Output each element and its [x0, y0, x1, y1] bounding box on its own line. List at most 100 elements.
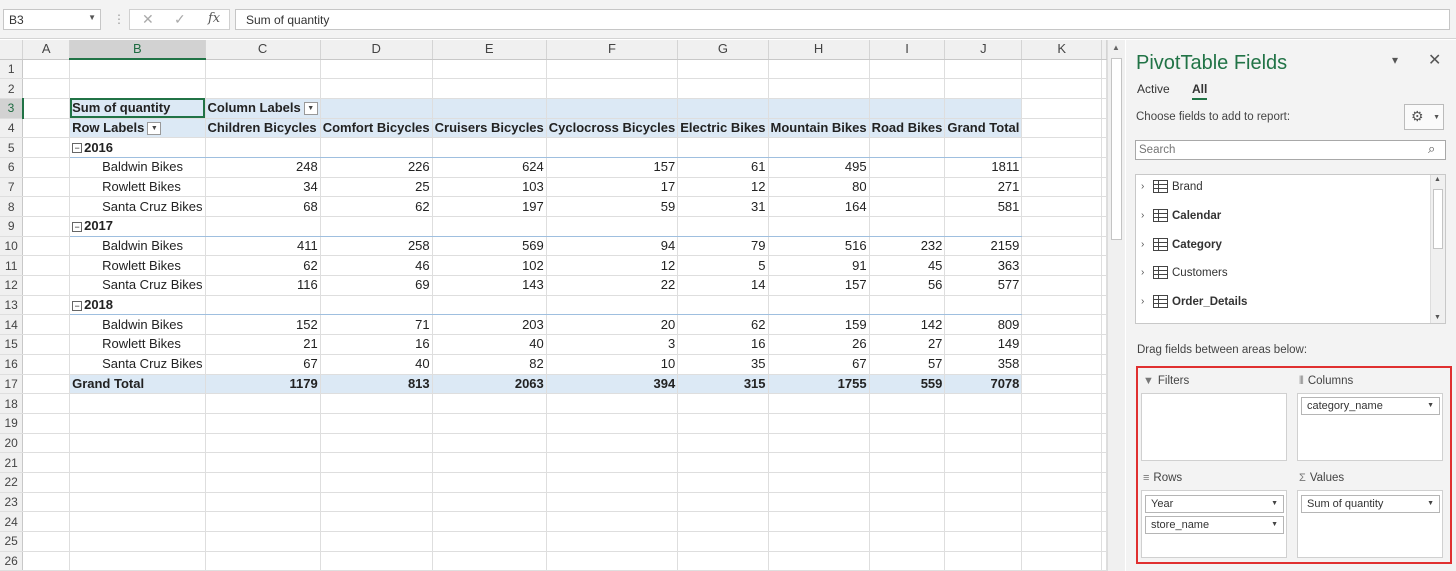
field-list-scrollbar[interactable]: ▲ ▼	[1430, 175, 1445, 323]
pivot-year-group[interactable]: −2016	[69, 137, 206, 158]
pivot-column-header[interactable]: Cruisers Bicycles	[432, 118, 547, 139]
pivot-value-cell[interactable]: 1811	[944, 157, 1023, 178]
pivot-value-cell[interactable]: 94	[546, 236, 679, 257]
pivot-year-filler[interactable]	[320, 295, 433, 316]
column-header[interactable]: J	[944, 40, 1023, 60]
pivot-store-label[interactable]: Baldwin Bikes	[69, 157, 206, 178]
column-header[interactable]: A	[22, 40, 71, 60]
pivot-value-cell[interactable]: 62	[205, 255, 321, 277]
pivot-value-cell[interactable]: 34	[205, 177, 321, 198]
cell[interactable]	[69, 78, 206, 99]
cell[interactable]	[205, 511, 321, 532]
column-header[interactable]: H	[768, 40, 870, 60]
pivot-grand-total-cell[interactable]: 1179	[205, 373, 321, 395]
cell[interactable]	[1101, 118, 1107, 139]
scroll-up-icon[interactable]: ▲	[1112, 43, 1120, 52]
field-list-item[interactable]: › Order_Details	[1136, 291, 1428, 315]
pivot-value-cell[interactable]: 10	[546, 354, 679, 375]
cell[interactable]	[944, 531, 1023, 552]
cell[interactable]	[677, 511, 769, 532]
pivot-value-cell[interactable]: 157	[768, 275, 870, 296]
pivot-store-label[interactable]: Rowlett Bikes	[69, 334, 206, 355]
cell[interactable]	[768, 551, 870, 571]
pivot-value-label[interactable]: Sum of quantity	[69, 98, 206, 119]
cell[interactable]	[768, 433, 870, 454]
cell[interactable]	[1021, 472, 1102, 493]
collapse-icon[interactable]: −	[72, 300, 83, 311]
pivot-year-filler[interactable]	[869, 216, 946, 237]
pivot-grand-total-cell[interactable]: 2063	[432, 373, 547, 395]
cell[interactable]	[944, 59, 1023, 80]
cell[interactable]	[22, 236, 71, 257]
cell[interactable]	[1021, 98, 1102, 119]
cell[interactable]	[1021, 137, 1102, 158]
column-header[interactable]: F	[546, 40, 679, 60]
cell[interactable]	[869, 452, 946, 473]
pivot-year-filler[interactable]	[546, 216, 679, 237]
pivot-column-header[interactable]: Grand Total	[944, 118, 1023, 139]
pivot-value-cell[interactable]: 271	[944, 177, 1023, 198]
pivot-store-label[interactable]: Santa Cruz Bikes	[69, 196, 206, 217]
chevron-down-icon[interactable]: ▼	[1271, 521, 1278, 528]
cell[interactable]	[869, 413, 946, 434]
cell[interactable]	[205, 393, 321, 414]
pivot-value-cell[interactable]: 40	[320, 354, 433, 375]
cell[interactable]	[1101, 177, 1107, 198]
column-header[interactable]: E	[432, 40, 547, 60]
cell[interactable]	[677, 433, 769, 454]
cell[interactable]	[22, 177, 71, 198]
cell[interactable]	[546, 78, 679, 99]
cell[interactable]	[22, 433, 71, 454]
pivot-header-filler[interactable]	[869, 98, 946, 119]
cell[interactable]	[1021, 413, 1102, 434]
pivot-value-cell[interactable]: 45	[869, 255, 946, 277]
value-field-chip[interactable]: Sum of quantity ▼	[1301, 495, 1440, 513]
cell[interactable]	[69, 59, 206, 80]
pivot-year-filler[interactable]	[677, 295, 769, 316]
row-header[interactable]: 9	[0, 216, 24, 237]
cell[interactable]	[69, 531, 206, 552]
cell[interactable]	[1101, 78, 1107, 99]
cell[interactable]	[768, 511, 870, 532]
row-header[interactable]: 5	[0, 137, 24, 158]
cell[interactable]	[1021, 118, 1102, 139]
cell[interactable]	[432, 511, 547, 532]
values-area[interactable]: Σ Values Sum of quantity ▼	[1295, 466, 1445, 560]
pivot-value-cell[interactable]: 79	[677, 236, 769, 257]
cell[interactable]	[768, 393, 870, 414]
row-header[interactable]: 17	[0, 374, 24, 395]
pivot-grand-total-cell[interactable]: 1755	[768, 373, 870, 395]
pivot-value-cell[interactable]	[869, 157, 946, 178]
cell[interactable]	[869, 472, 946, 493]
pivot-value-cell[interactable]: 102	[432, 255, 547, 277]
cell[interactable]	[677, 492, 769, 513]
cell[interactable]	[22, 295, 71, 316]
pivot-value-cell[interactable]: 20	[546, 314, 679, 336]
pivot-value-cell[interactable]: 142	[869, 314, 946, 336]
pivot-grand-total-cell[interactable]: 394	[546, 373, 679, 395]
cell[interactable]	[869, 531, 946, 552]
pivot-value-cell[interactable]: 197	[432, 196, 547, 217]
cell[interactable]	[677, 413, 769, 434]
cell[interactable]	[1101, 492, 1107, 513]
cell[interactable]	[205, 551, 321, 571]
cell[interactable]	[1101, 551, 1107, 571]
cell[interactable]	[1101, 255, 1107, 277]
cell[interactable]	[869, 551, 946, 571]
cell[interactable]	[1021, 177, 1102, 198]
pivot-column-header[interactable]: Road Bikes	[869, 118, 946, 139]
cell[interactable]	[546, 59, 679, 80]
chevron-right-icon[interactable]: ›	[1141, 296, 1144, 307]
pivot-column-header[interactable]: Comfort Bicycles	[320, 118, 433, 139]
cell[interactable]	[22, 413, 71, 434]
pivot-value-cell[interactable]: 69	[320, 275, 433, 296]
cell[interactable]	[546, 413, 679, 434]
pivot-grand-total-cell[interactable]: 559	[869, 373, 946, 395]
pivot-value-cell[interactable]: 116	[205, 275, 321, 296]
cell[interactable]	[944, 472, 1023, 493]
column-header[interactable]: D	[320, 40, 433, 60]
chevron-right-icon[interactable]: ›	[1141, 181, 1144, 192]
pivot-year-filler[interactable]	[768, 216, 870, 237]
pivot-year-filler[interactable]	[768, 137, 870, 158]
pivot-value-cell[interactable]: 258	[320, 236, 433, 257]
